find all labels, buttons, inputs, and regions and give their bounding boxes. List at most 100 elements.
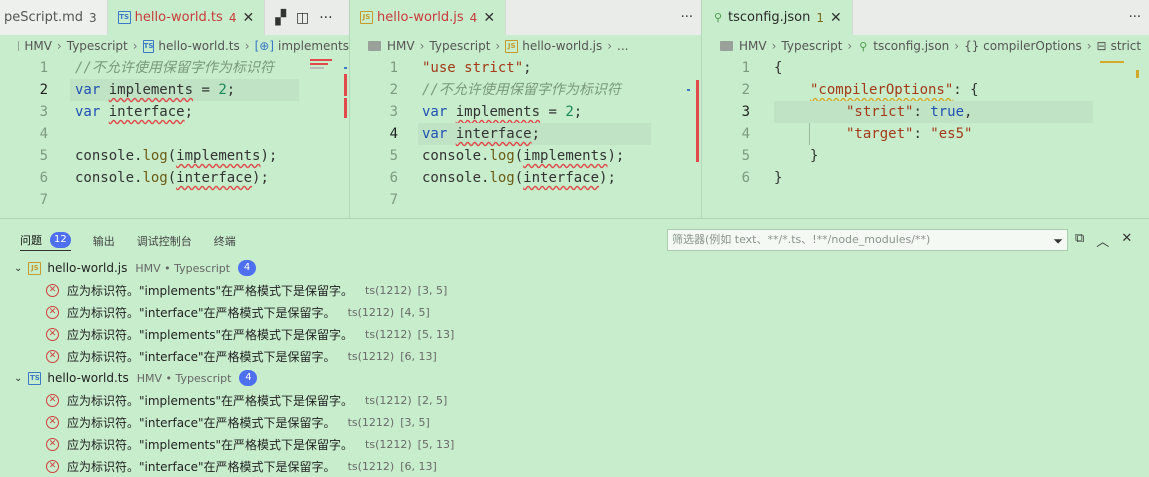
collapse-all-icon[interactable]: ⧉ <box>1075 231 1084 250</box>
problem-position: [6, 13] <box>400 349 437 363</box>
breadcrumb-item[interactable]: hello-world.js <box>522 39 602 53</box>
more-actions-icon[interactable]: ··· <box>681 10 693 25</box>
folder-icon <box>368 41 381 51</box>
overview-ruler-cursor <box>344 67 347 69</box>
breadcrumb-item[interactable]: ... <box>617 39 628 53</box>
line-number: 2 <box>389 82 398 98</box>
file-problem-count: 4 <box>239 370 258 386</box>
chevron-up-icon[interactable]: ︿ <box>1096 231 1109 250</box>
chevron-down-icon[interactable]: ⌄ <box>14 373 22 384</box>
breadcrumb: HMV › Typescript › JS hello-world.js › .… <box>350 35 701 57</box>
tab-hello-world-js[interactable]: JS hello-world.js 4 ✕ <box>350 0 507 35</box>
breadcrumb-item[interactable]: HMV <box>24 39 52 53</box>
line-number: 1 <box>741 60 750 76</box>
more-actions-icon[interactable]: ··· <box>1129 10 1141 25</box>
filter-icon[interactable]: ⏷ <box>1053 231 1063 250</box>
identifier-error: interface <box>108 104 185 120</box>
line-number: 1 <box>389 60 398 76</box>
breadcrumb-item[interactable]: Typescript <box>781 39 842 53</box>
minimap[interactable] <box>1098 57 1128 77</box>
tab-markdown-file[interactable]: peScript.md 3 <box>0 0 108 35</box>
code-editor[interactable]: 1 //不允许使用保留字作为标识符 2 var implements = 2; 3 v… <box>0 57 349 218</box>
problem-row[interactable]: ✕ 应为标识符。"interface"在严格模式下是保留字。 ts(1212) [6,… <box>0 455 1149 477</box>
comment: //不允许使用保留字作为标识符 <box>75 60 274 76</box>
code-line: 1 "use strict"; <box>350 57 701 79</box>
tab-label: 终端 <box>213 235 236 248</box>
problem-file-row[interactable]: ⌄ JS hello-world.js HMV • Typescript 4 <box>0 257 1149 279</box>
code-line: 6 console.log(interface); <box>350 167 701 189</box>
line-number: 6 <box>39 170 48 186</box>
extensions-icon[interactable]: ▞ <box>275 10 286 26</box>
code-editor[interactable]: 1 "use strict"; 2 //不允许使用保留字作为标识符 3 var imp… <box>350 57 701 218</box>
overview-ruler-error <box>696 80 699 162</box>
problem-row[interactable]: ✕ 应为标识符。"interface"在严格模式下是保留字。 ts(1212) [4,… <box>0 301 1149 323</box>
punctuation: ; <box>531 126 541 142</box>
comment: //不允许使用保留字作为标识符 <box>422 82 621 98</box>
property-icon: ⊟ <box>1096 39 1107 53</box>
problem-row[interactable]: ✕ 应为标识符。"implements"在严格模式下是保留字。 ts(1212) [2… <box>0 389 1149 411</box>
overview-ruler-error <box>344 74 347 96</box>
breadcrumb-item[interactable]: HMV <box>739 39 767 53</box>
tab-problem-count: 3 <box>89 10 97 25</box>
line-number: 6 <box>389 170 398 186</box>
tab-bar: peScript.md 3 TS hello-world.ts 4 ✕ ▞ ◫ … <box>0 0 349 35</box>
js-icon: JS <box>505 39 519 53</box>
problem-message: 应为标识符。"implements"在严格模式下是保留字。 <box>67 327 354 342</box>
more-actions-icon[interactable]: ··· <box>319 10 332 26</box>
breadcrumb-item[interactable]: Typescript <box>429 39 490 53</box>
punctuation: : { <box>953 82 979 98</box>
problem-row[interactable]: ✕ 应为标识符。"interface"在严格模式下是保留字。 ts(1212) [3,… <box>0 411 1149 433</box>
overview-ruler-warning <box>1136 70 1139 78</box>
split-editor-icon[interactable]: ◫ <box>296 10 309 26</box>
problem-row[interactable]: ✕ 应为标识符。"interface"在严格模式下是保留字。 ts(1212) [6,… <box>0 345 1149 367</box>
tab-terminal[interactable]: 终端 <box>214 233 236 249</box>
close-icon[interactable]: ✕ <box>242 10 254 26</box>
breadcrumb-item[interactable]: Typescript <box>67 39 128 53</box>
breadcrumb-item[interactable]: hello-world.ts <box>158 39 239 53</box>
file-problem-count: 4 <box>238 260 257 276</box>
string: "es5" <box>930 126 973 142</box>
tab-hello-world-ts[interactable]: TS hello-world.ts 4 ✕ <box>107 0 266 35</box>
problem-count-badge: 12 <box>50 231 71 248</box>
tab-tsconfig-json[interactable]: ⚲ tsconfig.json 1 ✕ <box>702 0 853 35</box>
breadcrumb-item[interactable]: tsconfig.json <box>873 39 949 53</box>
editor-group-3: ⚲ tsconfig.json 1 ✕ ··· HMV › Typescript… <box>702 0 1149 218</box>
error-icon: ✕ <box>46 415 59 429</box>
breadcrumb-item[interactable]: implements <box>278 39 349 53</box>
identifier-error: implements <box>455 104 541 120</box>
code-editor[interactable]: 1{ 2 "compilerOptions": { 3 "strict": true… <box>702 57 1149 218</box>
problem-row[interactable]: ✕ 应为标识符。"implements"在严格模式下是保留字。 ts(1212) [5… <box>0 323 1149 345</box>
tab-debug-console[interactable]: 调试控制台 <box>137 233 192 249</box>
chevron-right-icon: › <box>419 39 425 53</box>
close-icon[interactable]: ✕ <box>1121 231 1132 250</box>
json-key: "target" <box>846 126 914 142</box>
problem-position: [6, 13] <box>400 459 437 473</box>
filter-input[interactable]: 筛选器(例如 text、**/*.ts、!**/node_modules/**)… <box>667 229 1068 251</box>
tab-label: hello-world.ts <box>134 10 223 25</box>
problem-position: [2, 5] <box>417 393 448 407</box>
tab-label: peScript.md <box>4 10 84 25</box>
file-name: hello-world.js <box>47 261 128 275</box>
line-number: 5 <box>389 148 398 164</box>
punctuation: ); <box>260 148 278 164</box>
problem-source: ts(1212) <box>347 415 395 429</box>
tab-problems[interactable]: 问题 12 <box>20 231 71 251</box>
identifier: console. <box>422 170 490 186</box>
error-icon: ✕ <box>46 437 59 451</box>
close-icon[interactable]: ✕ <box>830 10 842 26</box>
error-icon: ✕ <box>46 349 59 363</box>
minimap[interactable] <box>308 57 338 77</box>
problem-row[interactable]: ✕ 应为标识符。"implements"在严格模式下是保留字。 ts(1212) [3… <box>0 279 1149 301</box>
chevron-right-icon: › <box>1086 39 1092 53</box>
problem-file-row[interactable]: ⌄ TS hello-world.ts HMV • Typescript 4 <box>0 367 1149 389</box>
json-key: "strict" <box>846 104 914 120</box>
close-icon[interactable]: ✕ <box>483 10 495 26</box>
identifier-error: implements <box>523 148 608 164</box>
error-icon: ✕ <box>46 459 59 473</box>
tab-output[interactable]: 输出 <box>93 233 115 249</box>
breadcrumb-item[interactable]: HMV <box>387 39 415 53</box>
breadcrumb-item[interactable]: strict <box>1111 39 1142 53</box>
breadcrumb-item[interactable]: {} compilerOptions <box>964 39 1082 53</box>
chevron-down-icon[interactable]: ⌄ <box>14 263 22 274</box>
problem-row[interactable]: ✕ 应为标识符。"implements"在严格模式下是保留字。 ts(1212) [5… <box>0 433 1149 455</box>
